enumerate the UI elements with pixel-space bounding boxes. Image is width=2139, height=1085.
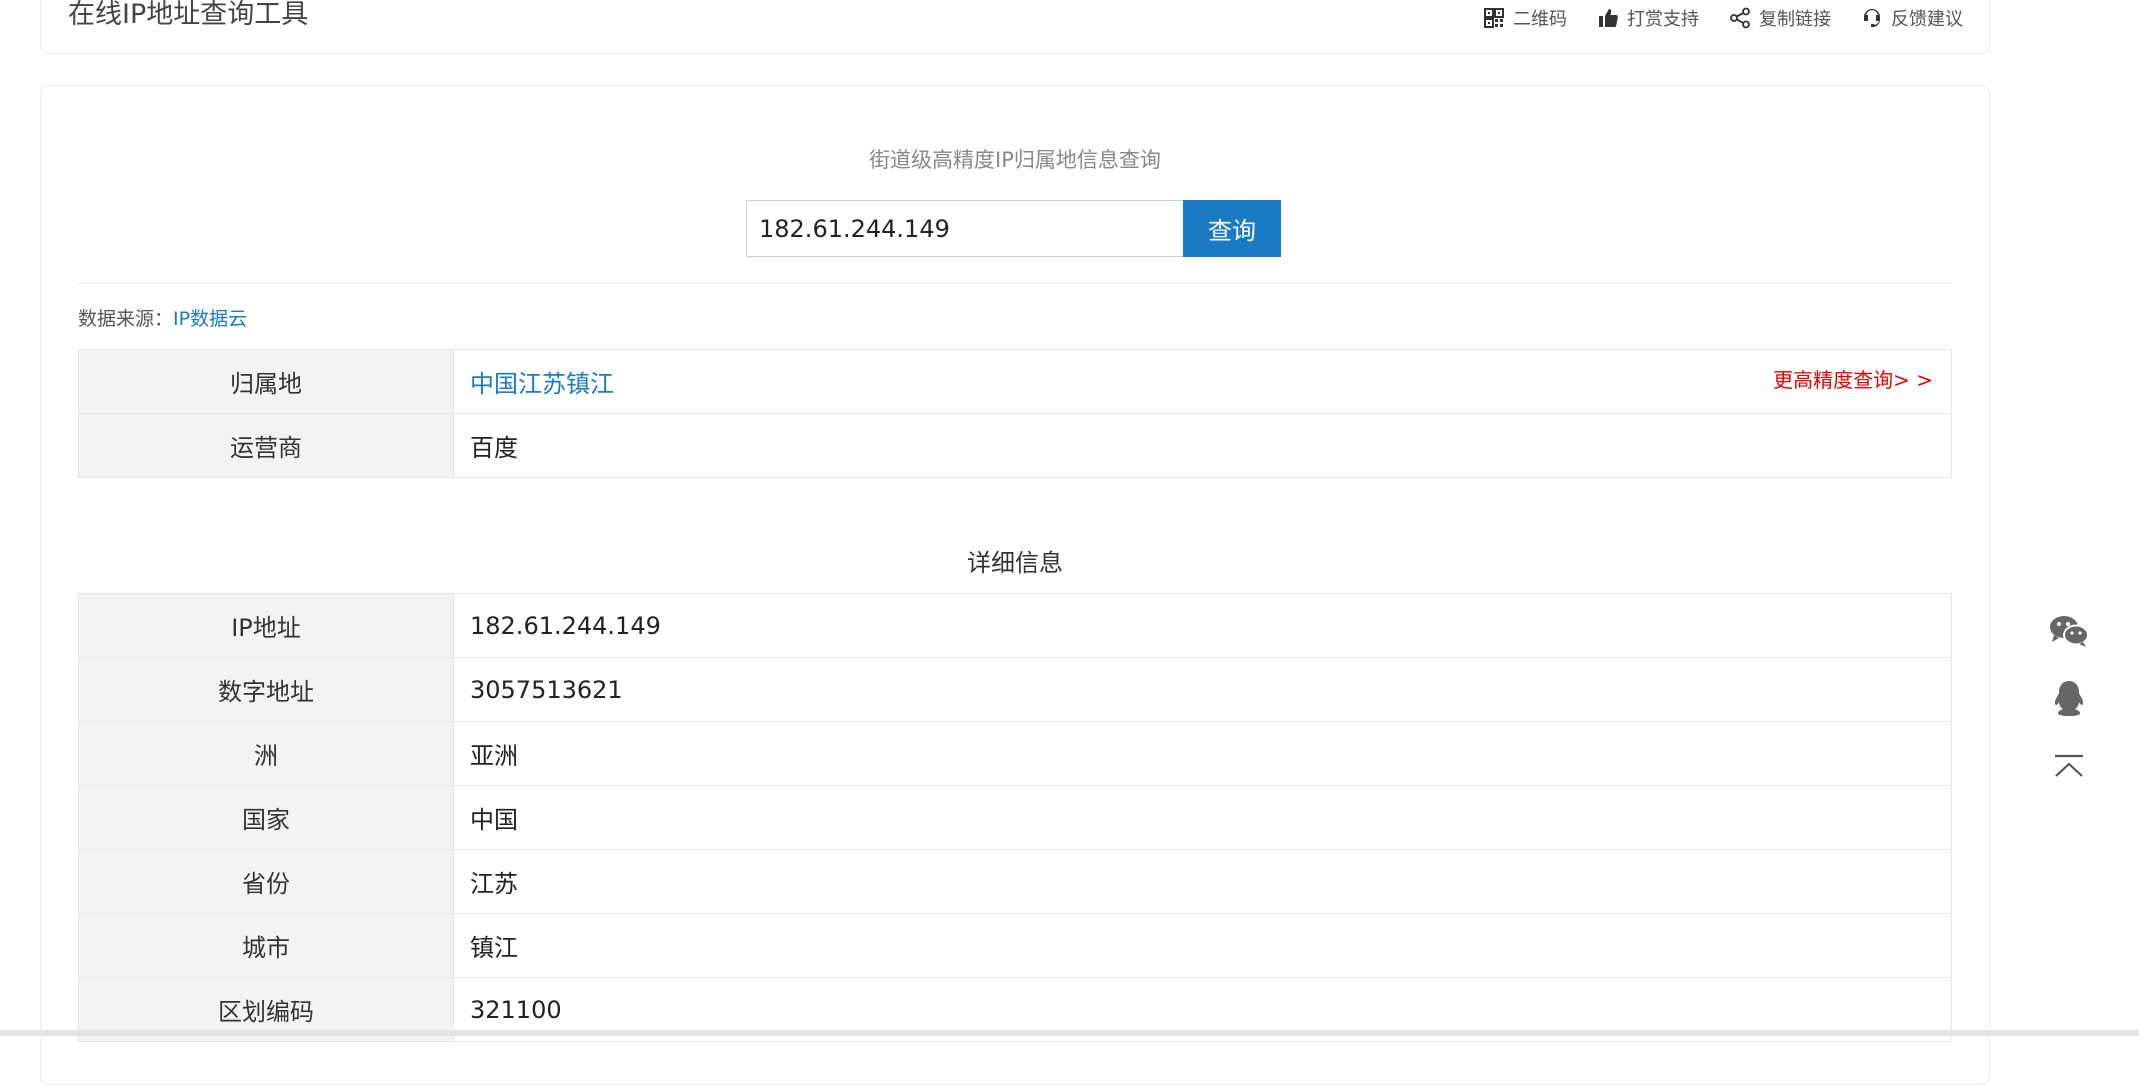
detail-value: 182.61.244.149 (453, 593, 1952, 658)
qrcode-button[interactable]: 二维码 (1483, 5, 1567, 31)
table-row: 运营商 百度 (78, 413, 1952, 478)
table-row: 洲 亚洲 (78, 721, 1952, 786)
search-tagline: 街道级高精度IP归属地信息查询 (869, 148, 1161, 172)
query-button[interactable]: 查询 (1183, 200, 1281, 257)
table-row: 归属地 中国江苏镇江 更高精度查询> > (78, 349, 1952, 414)
detail-key: 洲 (78, 721, 454, 786)
header-bar: 在线IP地址查询工具 二维码 打赏支持 复制链接 反馈建议 (40, 0, 1990, 54)
back-to-top-icon (2052, 752, 2086, 782)
details-title: 详细信息 (967, 549, 1063, 577)
qrcode-label: 二维码 (1513, 9, 1567, 30)
feedback-button[interactable]: 反馈建议 (1861, 5, 1963, 31)
data-source: 数据来源：IP数据云 (78, 304, 247, 331)
isp-value: 百度 (453, 413, 1952, 478)
detail-key: 数字地址 (78, 657, 454, 722)
detail-key: 省份 (78, 849, 454, 914)
tip-support-button[interactable]: 打赏支持 (1597, 5, 1699, 31)
bottom-edge (0, 1030, 2139, 1036)
wechat-icon (2049, 613, 2089, 649)
isp-key: 运营商 (78, 413, 454, 478)
qrcode-icon (1483, 7, 1505, 29)
table-row: IP地址 182.61.244.149 (78, 593, 1952, 658)
qq-icon (2052, 679, 2086, 719)
detail-value: 镇江 (453, 913, 1952, 978)
table-row: 数字地址 3057513621 (78, 657, 1952, 722)
detail-key: 城市 (78, 913, 454, 978)
divider (78, 283, 1952, 284)
location-key: 归属地 (78, 349, 454, 414)
detail-value: 中国 (453, 785, 1952, 850)
ip-search-input[interactable] (746, 200, 1183, 257)
table-row: 省份 江苏 (78, 849, 1952, 914)
detail-value: 亚洲 (453, 721, 1952, 786)
feedback-label: 反馈建议 (1891, 9, 1963, 30)
header-actions: 二维码 打赏支持 复制链接 反馈建议 (1483, 5, 1963, 31)
back-to-top-button[interactable] (2048, 746, 2090, 788)
copy-link-label: 复制链接 (1759, 9, 1831, 30)
location-value-cell: 中国江苏镇江 更高精度查询> > (453, 349, 1952, 414)
detail-value: 3057513621 (453, 657, 1952, 722)
detail-value: 江苏 (453, 849, 1952, 914)
details-table: IP地址 182.61.244.149 数字地址 3057513621 洲 亚洲… (78, 593, 1952, 1042)
main-panel: 街道级高精度IP归属地信息查询 查询 数据来源：IP数据云 归属地 中国江苏镇江… (40, 85, 1990, 1085)
side-tools (2048, 610, 2090, 814)
copy-link-button[interactable]: 复制链接 (1729, 5, 1831, 31)
tip-support-label: 打赏支持 (1627, 9, 1699, 30)
location-link[interactable]: 中国江苏镇江 (470, 370, 614, 398)
detail-key: IP地址 (78, 593, 454, 658)
search-bar: 查询 (746, 200, 1281, 257)
table-row: 国家 中国 (78, 785, 1952, 850)
headset-icon (1861, 7, 1883, 29)
wechat-button[interactable] (2048, 610, 2090, 652)
thumbs-up-icon (1597, 7, 1619, 29)
qq-button[interactable] (2048, 678, 2090, 720)
data-source-link[interactable]: IP数据云 (173, 308, 247, 330)
share-icon (1729, 7, 1751, 29)
data-source-label: 数据来源： (78, 308, 174, 330)
higher-precision-link[interactable]: 更高精度查询> > (1773, 364, 1933, 393)
detail-key: 国家 (78, 785, 454, 850)
page-title: 在线IP地址查询工具 (68, 0, 309, 30)
summary-table: 归属地 中国江苏镇江 更高精度查询> > 运营商 百度 (78, 349, 1952, 478)
table-row: 城市 镇江 (78, 913, 1952, 978)
